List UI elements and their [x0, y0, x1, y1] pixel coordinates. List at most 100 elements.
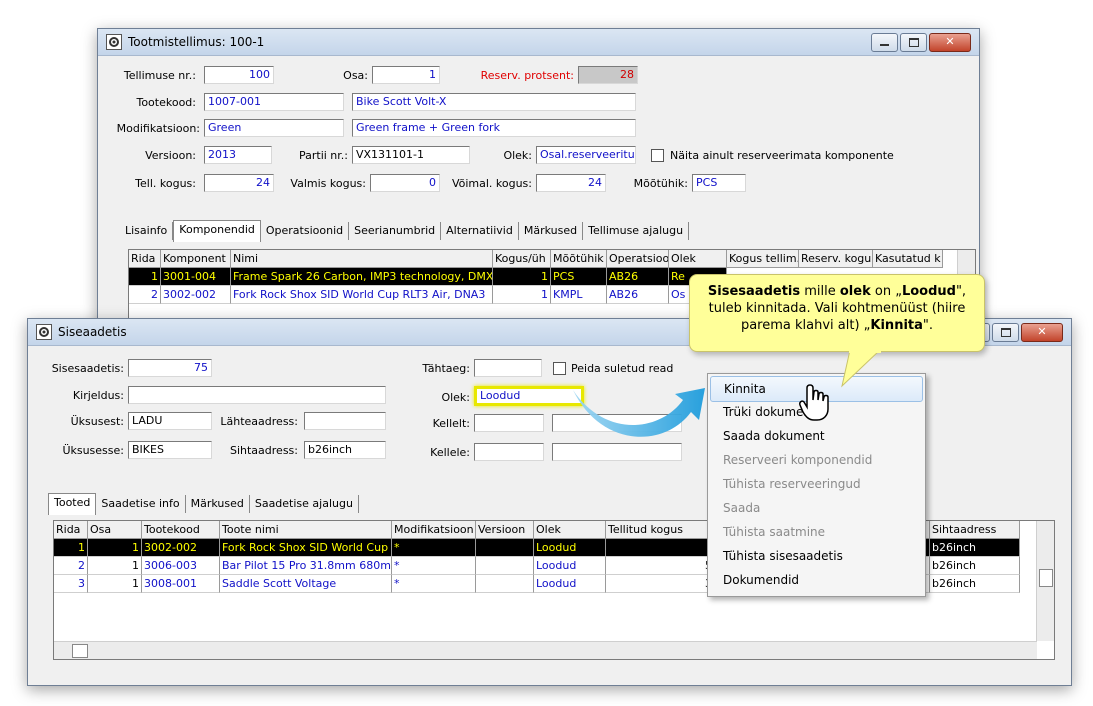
kellelt-input[interactable]	[474, 414, 544, 432]
table-row[interactable]: 2 3002-002 Fork Rock Shox SID World Cup …	[129, 286, 727, 304]
tahtaeg-input[interactable]	[474, 359, 542, 377]
tab-markused[interactable]: Märkused	[519, 222, 584, 240]
tab-seerianumbrid[interactable]: Seerianumbrid	[349, 222, 442, 240]
tootekood-name-input[interactable]: Bike Scott Volt-X	[352, 93, 636, 111]
tootekood-label: Tootekood:	[136, 96, 196, 109]
menu-item-tuhista-sisesaadetis[interactable]: Tühista sisesaadetis	[708, 544, 925, 568]
col-rida[interactable]: Rida	[54, 521, 88, 539]
app-gear-icon	[106, 34, 122, 50]
cell-tootekood: 3002-002	[142, 539, 220, 557]
order-tabs: Lisainfo Komponendid Operatsioonid Seeri…	[120, 220, 690, 242]
tab-saadetise-ajalugu[interactable]: Saadetise ajalugu	[250, 495, 359, 513]
close-icon[interactable]	[929, 33, 971, 52]
tab-saadetise-info[interactable]: Saadetise info	[96, 495, 186, 513]
col-tootekood[interactable]: Tootekood	[142, 521, 220, 539]
versioon-input[interactable]: 2013	[204, 146, 272, 164]
uksusest-label: Üksusest:	[70, 415, 124, 428]
tellimuse-nr-input[interactable]: 100	[204, 66, 274, 84]
voimal-kogus-input[interactable]: 24	[536, 174, 606, 192]
naita-label: Näita ainult reserveerimata komponente	[670, 149, 894, 162]
tab-tooted[interactable]: Tooted	[48, 493, 97, 515]
naita-checkbox[interactable]	[651, 149, 664, 162]
close-icon[interactable]	[1021, 323, 1063, 342]
minimize-icon[interactable]	[871, 33, 898, 52]
tootekood-input[interactable]: 1007-001	[204, 93, 344, 111]
tell-kogus-label: Tell. kogus:	[135, 177, 196, 190]
cell-toote-nimi: Saddle Scott Voltage	[220, 575, 392, 593]
olek-input[interactable]: Osal.reserveeritud	[536, 146, 636, 164]
modifikatsioon-input[interactable]: Green	[204, 119, 344, 137]
partii-input[interactable]: VX131101-1	[352, 146, 470, 164]
col-olek[interactable]: Olek	[669, 250, 727, 268]
lahteaadress-input[interactable]	[304, 412, 386, 430]
tab-operatsioonid[interactable]: Operatsioonid	[261, 222, 350, 240]
callout-part-2: mille	[800, 284, 840, 299]
products-grid-hscrollbar[interactable]	[54, 641, 1037, 659]
hand-cursor-icon	[799, 384, 829, 421]
menu-item-saada: Saada	[723, 501, 761, 515]
partii-label: Partii nr.:	[298, 149, 348, 162]
cell-rida: 2	[54, 557, 88, 575]
col-operatsioon[interactable]: Operatsioo	[607, 250, 669, 268]
col-versioon[interactable]: Versioon	[476, 521, 534, 539]
transfer-window-title: Siseaadetis	[58, 325, 127, 339]
uksusest-input[interactable]: LADU	[128, 412, 212, 430]
maximize-icon[interactable]	[900, 33, 927, 52]
valmis-kogus-input[interactable]: 0	[370, 174, 440, 192]
col-modifikatsioon[interactable]: Modifikatsioon	[392, 521, 476, 539]
col-kogus-tellim[interactable]: Kogus tellim.	[727, 250, 799, 268]
kellelt-label: Kellelt:	[432, 417, 470, 430]
col-nimi[interactable]: Nimi	[231, 250, 493, 268]
menu-item-reserveeri: Reserveeri komponendid	[723, 453, 873, 467]
hscroll-thumb[interactable]	[72, 644, 88, 658]
modifikatsioon-desc-input[interactable]: Green frame + Green fork	[352, 119, 636, 137]
col-sihtaadress[interactable]: Sihtaadress	[930, 521, 1020, 539]
cell-versioon	[476, 557, 534, 575]
olek-label: Olek:	[503, 149, 532, 162]
col-kasutatud[interactable]: Kasutatud k	[873, 250, 943, 268]
osa-input[interactable]: 1	[372, 66, 440, 84]
sihtaadress-input[interactable]: b26inch	[304, 441, 386, 459]
kellele-input[interactable]	[474, 443, 544, 461]
col-mootuhik[interactable]: Mõõtühik	[551, 250, 607, 268]
col-toote-nimi[interactable]: Toote nimi	[220, 521, 392, 539]
products-grid-vscrollbar[interactable]	[1036, 521, 1054, 641]
col-kogus-uh[interactable]: Kogus/üh	[493, 250, 551, 268]
app-gear-icon	[36, 324, 52, 340]
cell-olek: Loodud	[534, 539, 606, 557]
col-reserv-kogus[interactable]: Reserv. kogu	[799, 250, 873, 268]
uksusesse-input[interactable]: BIKES	[128, 441, 212, 459]
tell-kogus-input[interactable]: 24	[204, 174, 274, 192]
callout-part-1: Sisesaadetis	[707, 284, 801, 299]
cell-sihtaadress: b26inch	[930, 575, 1020, 593]
cell-versioon	[476, 575, 534, 593]
tab-tellimuse-ajalugu[interactable]: Tellimuse ajalugu	[583, 222, 690, 240]
tab-alternatiivid[interactable]: Alternatiivid	[441, 222, 519, 240]
menu-item-dokumendid[interactable]: Dokumendid	[708, 568, 925, 592]
cell-sihtaadress: b26inch	[930, 539, 1020, 557]
col-rida[interactable]: Rida	[129, 250, 161, 268]
sisesaadetis-input[interactable]: 75	[128, 359, 212, 377]
col-osa[interactable]: Osa	[88, 521, 142, 539]
maximize-icon[interactable]	[992, 323, 1019, 342]
cell-modifikatsioon: *	[392, 539, 476, 557]
reserv-input: 28	[578, 66, 638, 84]
col-olek[interactable]: Olek	[534, 521, 606, 539]
table-row[interactable]: 1 3001-004 Frame Spark 26 Carbon, IMP3 t…	[129, 268, 727, 286]
menu-item-saada-dokument[interactable]: Saada dokument	[708, 424, 925, 448]
order-titlebar[interactable]: Tootmistellimus: 100-1	[98, 29, 979, 56]
scroll-thumb[interactable]	[1039, 569, 1053, 587]
callout-part-3: olek	[839, 284, 871, 299]
cell-rida: 3	[54, 575, 88, 593]
mootuhik-input[interactable]: PCS	[692, 174, 746, 192]
tab-markused[interactable]: Märkused	[186, 495, 250, 513]
menu-item-tuhista-reserveeringud: Tühista reserveeringud	[723, 477, 861, 491]
tab-lisainfo[interactable]: Lisainfo	[120, 222, 174, 240]
callout-pointer	[841, 350, 881, 388]
tab-komponendid[interactable]: Komponendid	[173, 220, 261, 242]
versioon-label: Versioon:	[145, 149, 196, 162]
callout-part-8: ".	[922, 318, 934, 333]
kirjeldus-input[interactable]	[128, 386, 386, 404]
cell-rida: 2	[129, 286, 161, 304]
col-komponent[interactable]: Komponent	[161, 250, 231, 268]
